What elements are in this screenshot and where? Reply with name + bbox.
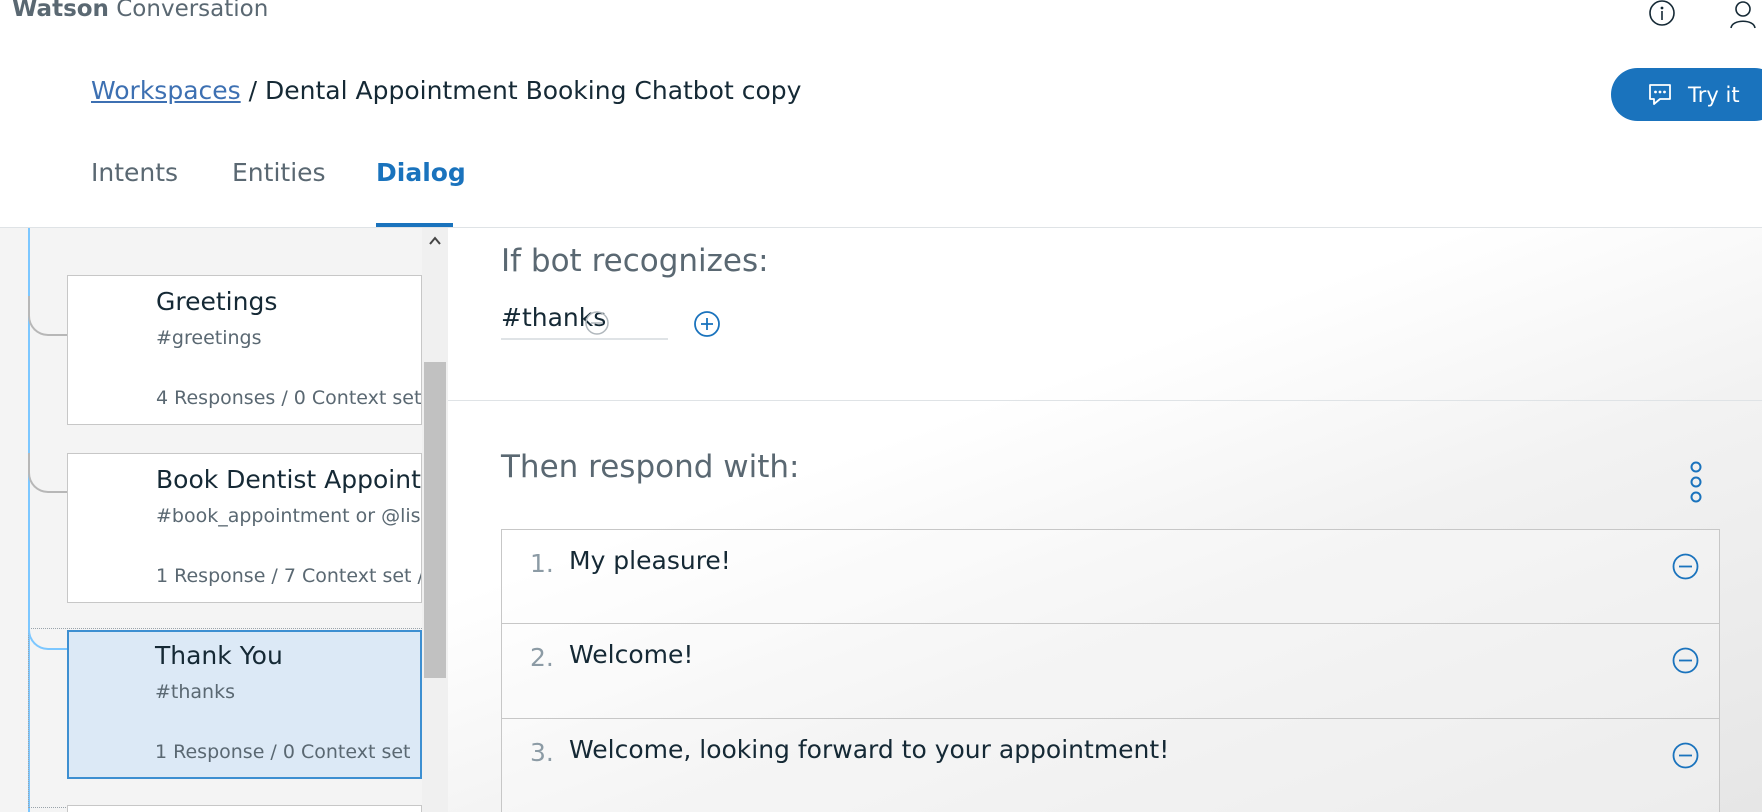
node-meta: 1 Response / 0 Context set [155, 741, 411, 763]
dialog-node-next[interactable] [67, 805, 422, 812]
minus-circle-icon[interactable] [1672, 647, 1699, 674]
node-condition: #greetings [156, 327, 262, 349]
try-it-label: Try it [1688, 82, 1740, 107]
tab-entities[interactable]: Entities [232, 158, 326, 187]
dialog-node-greetings[interactable]: Greetings #greetings 4 Responses / 0 Con… [67, 275, 422, 425]
tree-branch-active [28, 610, 68, 650]
response-row: 1. My pleasure! [501, 529, 1720, 624]
minus-circle-icon[interactable] [585, 311, 609, 335]
app-product: Conversation [116, 0, 269, 22]
response-list: 1. My pleasure! 2. Welcome! 3. Welcome, … [501, 529, 1720, 812]
breadcrumb-workspaces-link[interactable]: Workspaces [91, 76, 241, 105]
info-icon[interactable] [1647, 0, 1677, 30]
tree-branch [28, 296, 68, 336]
response-number: 2. [530, 643, 554, 672]
tree-scrollbar[interactable] [422, 228, 448, 812]
try-it-button[interactable]: Try it [1611, 68, 1762, 121]
tab-intents[interactable]: Intents [91, 158, 178, 187]
dialog-tree: Greetings #greetings 4 Responses / 0 Con… [0, 228, 422, 812]
breadcrumb-separator: / [248, 76, 258, 105]
user-icon[interactable] [1728, 0, 1758, 30]
dialog-node-book-appointment[interactable]: Book Dentist Appointment #book_appointme… [67, 453, 422, 603]
response-number: 1. [530, 549, 554, 578]
node-condition: #thanks [155, 681, 235, 703]
response-heading: Then respond with: [501, 449, 800, 485]
response-text-field[interactable]: My pleasure! [569, 546, 731, 575]
response-text-field[interactable]: Welcome, looking forward to your appoint… [569, 735, 1169, 764]
breadcrumb: Workspaces / Dental Appointment Booking … [91, 76, 801, 105]
node-title: Thank You [155, 641, 283, 670]
breadcrumb-current: Dental Appointment Booking Chatbot copy [265, 76, 802, 105]
overflow-menu-vertical-icon[interactable] [1688, 460, 1704, 504]
node-meta: 4 Responses / 0 Context set [156, 387, 422, 409]
top-bar: Watson Conversation [0, 0, 1762, 30]
tab-dialog[interactable]: Dialog [376, 158, 466, 187]
minus-circle-icon[interactable] [1672, 553, 1699, 580]
plus-circle-icon[interactable] [694, 311, 720, 337]
app-brand: Watson [12, 0, 109, 22]
response-row: 2. Welcome! [501, 624, 1720, 719]
node-condition: #book_appointment or @list_ [156, 505, 422, 527]
node-editor: If bot recognizes: #thanks Then respond … [448, 228, 1762, 812]
minus-circle-icon[interactable] [1672, 742, 1699, 769]
node-meta: 1 Response / 7 Context set / 7 [156, 565, 422, 587]
app-title: Watson Conversation [12, 0, 268, 22]
response-text-field[interactable]: Welcome! [569, 640, 693, 669]
tree-branch [28, 453, 68, 493]
chevron-up-icon[interactable] [428, 234, 442, 248]
condition-heading: If bot recognizes: [501, 243, 769, 279]
node-title: Book Dentist Appointment [156, 465, 421, 494]
dialog-node-thank-you[interactable]: Thank You #thanks 1 Response / 0 Context… [67, 630, 422, 779]
response-row: 3. Welcome, looking forward to your appo… [501, 719, 1720, 812]
response-number: 3. [530, 738, 554, 767]
section-divider [448, 400, 1762, 401]
node-title: Greetings [156, 287, 278, 316]
chat-bubble-icon [1649, 83, 1671, 105]
scrollbar-thumb[interactable] [424, 362, 446, 678]
